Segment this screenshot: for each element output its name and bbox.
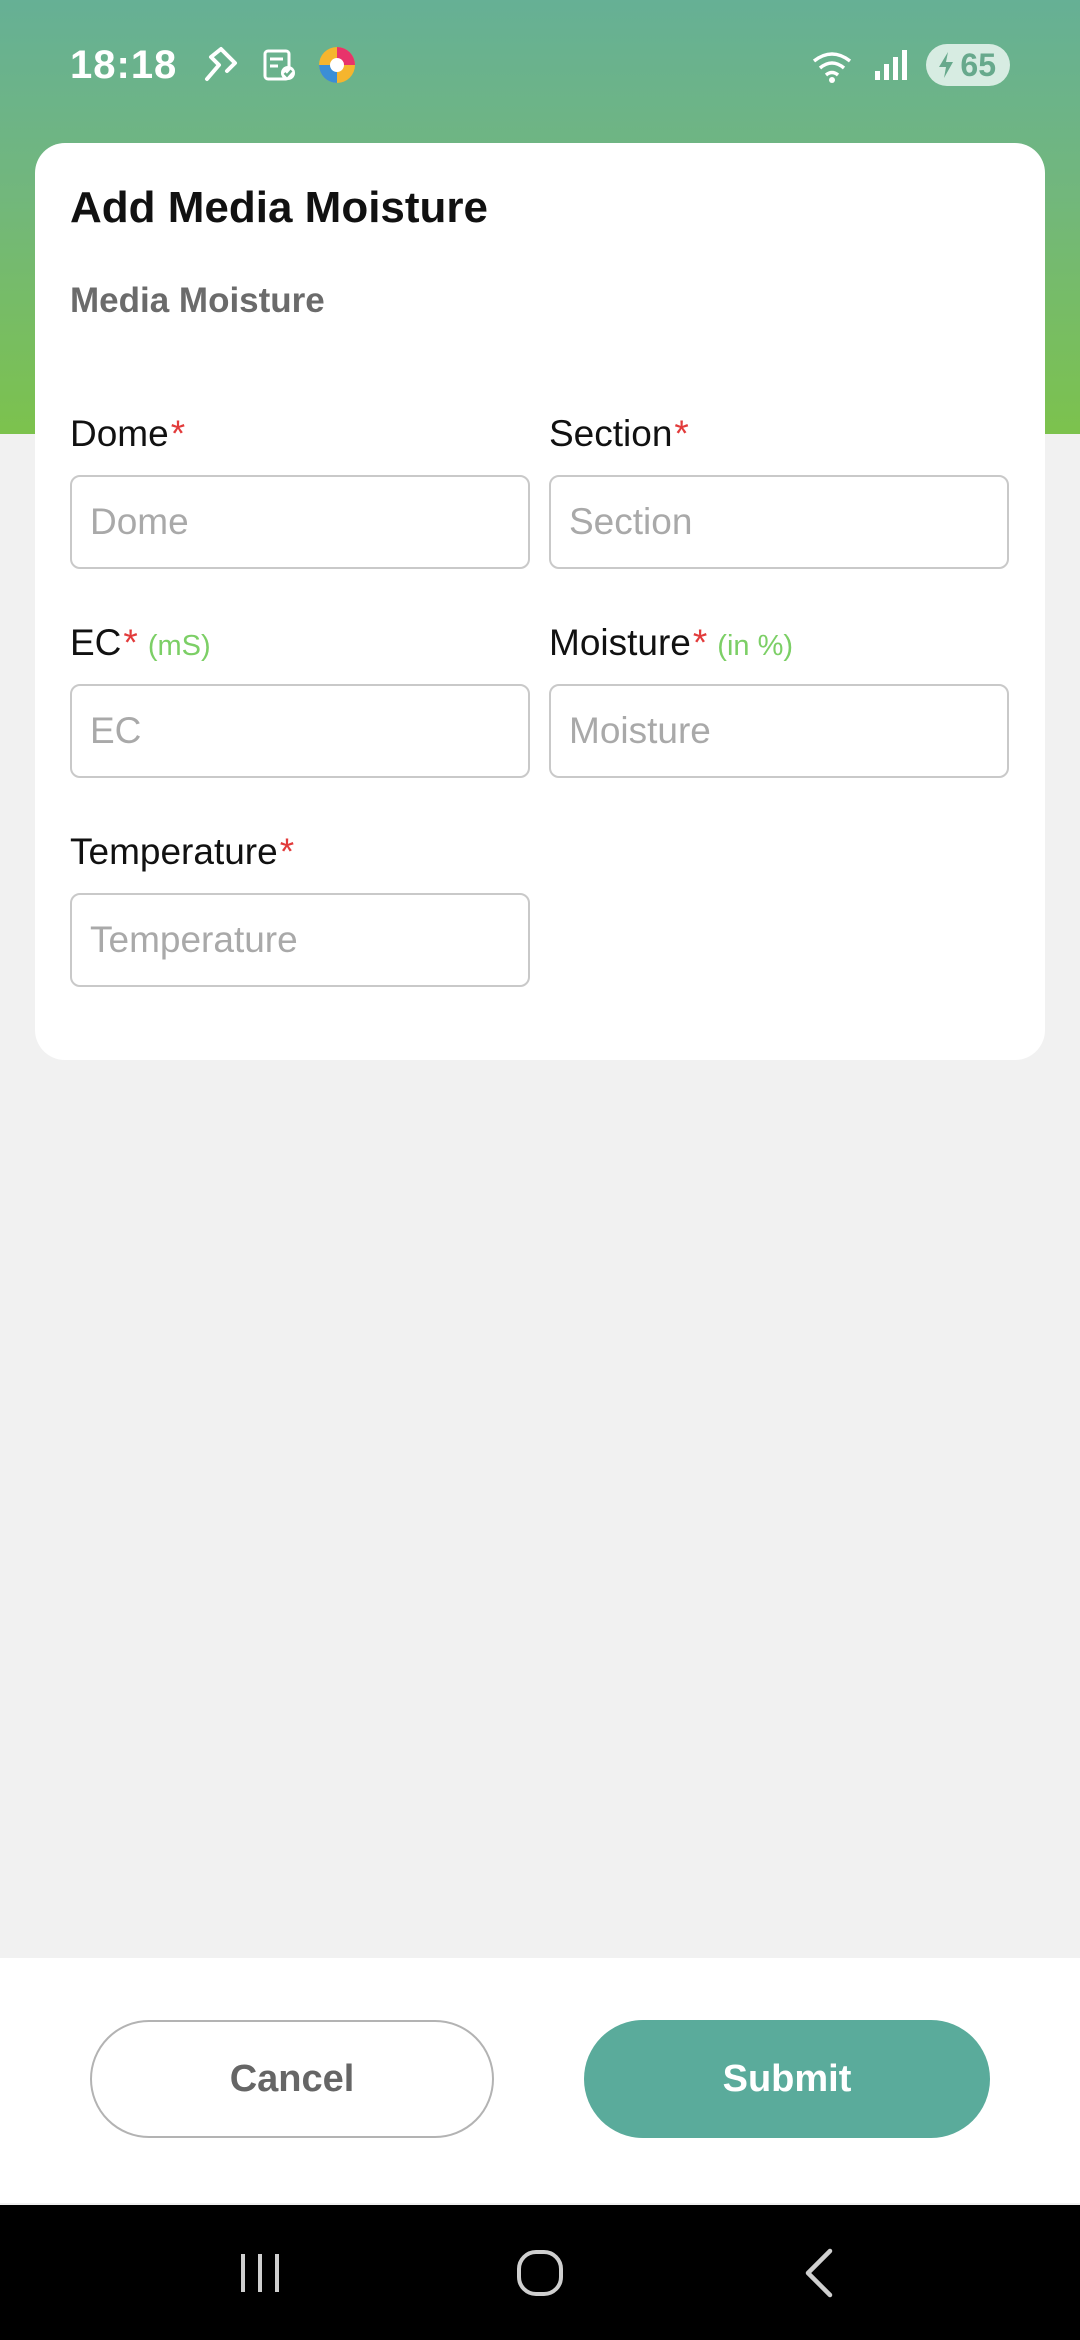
status-time: 18:18 — [70, 42, 178, 87]
wifi-icon — [810, 43, 854, 87]
ec-field: EC * (mS) — [70, 622, 530, 778]
ec-label: EC * (mS) — [70, 622, 211, 663]
required-marker: * — [170, 413, 186, 454]
required-marker: * — [692, 622, 708, 663]
action-bar: Cancel Submit — [0, 1958, 1080, 2203]
back-icon[interactable] — [760, 2233, 880, 2313]
moisture-field: Moisture * (in %) — [549, 622, 1009, 778]
section-field: Section * — [549, 413, 1009, 569]
signal-icon — [868, 43, 912, 87]
dome-input[interactable] — [70, 475, 530, 569]
required-marker: * — [279, 831, 295, 872]
submit-button[interactable]: Submit — [584, 2020, 990, 2138]
moisture-unit: (in %) — [717, 630, 794, 662]
app-logo-icon — [315, 43, 359, 87]
system-nav-bar — [0, 2205, 1080, 2340]
home-icon[interactable] — [480, 2233, 600, 2313]
temperature-field: Temperature * — [70, 831, 530, 987]
temperature-label: Temperature * — [70, 831, 295, 872]
page-title: Add Media Moisture — [70, 183, 489, 232]
battery-level: 65 — [960, 46, 996, 83]
route-icon — [199, 43, 243, 87]
moisture-input[interactable] — [549, 684, 1009, 778]
dome-label: Dome * — [70, 413, 186, 454]
temperature-input[interactable] — [70, 893, 530, 987]
ec-unit: (mS) — [147, 630, 211, 662]
clipboard-check-icon — [257, 43, 301, 87]
required-marker: * — [123, 622, 138, 663]
ec-input[interactable] — [70, 684, 530, 778]
moisture-label: Moisture * (in %) — [549, 622, 794, 663]
required-marker: * — [674, 413, 689, 454]
section-input[interactable] — [549, 475, 1009, 569]
status-bar: 18:18 65 — [0, 0, 1080, 130]
section-label: Section * — [549, 413, 689, 454]
recent-apps-icon[interactable] — [200, 2233, 320, 2313]
battery-charging-icon: 65 — [926, 44, 1010, 86]
section-subtitle: Media Moisture — [70, 281, 325, 320]
cancel-button[interactable]: Cancel — [90, 2020, 494, 2138]
dome-field: Dome * — [70, 413, 530, 569]
add-media-moisture-card: Add Media Moisture Media Moisture Dome * … — [35, 143, 1045, 1060]
